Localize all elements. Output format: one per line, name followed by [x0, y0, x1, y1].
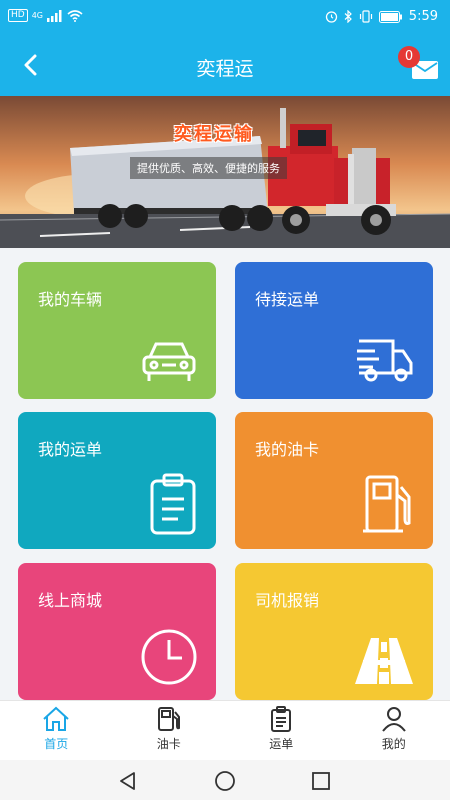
system-navigation-bar	[0, 760, 450, 800]
tile-my-fuel-card[interactable]: 我的油卡	[235, 412, 433, 549]
tile-label: 我的运单	[38, 440, 103, 459]
tile-pending-orders[interactable]: 待接运单	[235, 262, 433, 399]
road-icon	[355, 638, 413, 684]
status-right: 5:59	[325, 9, 438, 24]
back-triangle-icon[interactable]	[117, 770, 139, 792]
tile-label: 待接运单	[255, 290, 320, 309]
hd-indicator: HD	[8, 9, 28, 22]
clipboard-icon	[150, 473, 196, 535]
bottom-tab-bar: 首页 油卡 运单 我的	[0, 700, 450, 760]
vibrate-icon	[359, 10, 372, 23]
alarm-icon	[325, 11, 337, 23]
tab-label: 油卡	[156, 737, 181, 751]
clipboard-icon	[271, 706, 292, 732]
tile-online-mall[interactable]: 线上商城	[18, 563, 216, 700]
signal-icon	[47, 9, 62, 22]
tab-label: 首页	[44, 737, 69, 751]
tile-label: 我的油卡	[255, 440, 320, 459]
message-count-badge: 0	[398, 46, 420, 68]
wifi-icon	[67, 9, 83, 22]
tile-my-orders[interactable]: 我的运单	[18, 412, 216, 549]
tab-home[interactable]: 首页	[0, 701, 113, 760]
promo-banner[interactable]: 奕程运输 提供优质、高效、便捷的服务	[0, 96, 450, 248]
user-icon	[381, 707, 406, 732]
clock-icon	[141, 629, 197, 685]
feature-grid: 我的车辆 待接运单 我的运单 我的油卡 线上商城 司机报销	[0, 248, 450, 700]
car-icon	[142, 342, 196, 381]
home-icon	[43, 706, 69, 731]
bluetooth-icon	[344, 10, 352, 23]
fuel-pump-icon	[363, 475, 411, 533]
tile-driver-reimbursement[interactable]: 司机报销	[235, 563, 433, 700]
status-bar: HD 4G 5:59	[0, 0, 450, 34]
banner-subtitle: 提供优质、高效、便捷的服务	[130, 157, 287, 179]
tab-label: 我的	[381, 737, 406, 751]
network-type: 4G	[31, 11, 43, 20]
tile-label: 司机报销	[255, 591, 320, 610]
page-title: 奕程运	[196, 58, 254, 80]
delivery-truck-icon	[357, 339, 413, 382]
tile-label: 线上商城	[38, 591, 103, 610]
banner-title: 奕程运输	[174, 124, 254, 145]
fuel-pump-icon	[157, 707, 180, 731]
tab-fuel-card[interactable]: 油卡	[113, 701, 226, 760]
clock-time: 5:59	[408, 9, 438, 24]
navigation-bar: 奕程运 0	[0, 34, 450, 96]
recents-square-icon[interactable]	[310, 770, 332, 792]
tile-my-vehicles[interactable]: 我的车辆	[18, 262, 216, 399]
tab-label: 运单	[269, 737, 294, 751]
status-left: HD 4G	[8, 9, 83, 22]
home-circle-icon[interactable]	[214, 770, 236, 792]
messages-button[interactable]: 0	[398, 46, 440, 86]
tab-orders[interactable]: 运单	[225, 701, 338, 760]
battery-icon	[378, 10, 402, 23]
tab-mine[interactable]: 我的	[338, 701, 450, 760]
tile-label: 我的车辆	[38, 290, 103, 309]
